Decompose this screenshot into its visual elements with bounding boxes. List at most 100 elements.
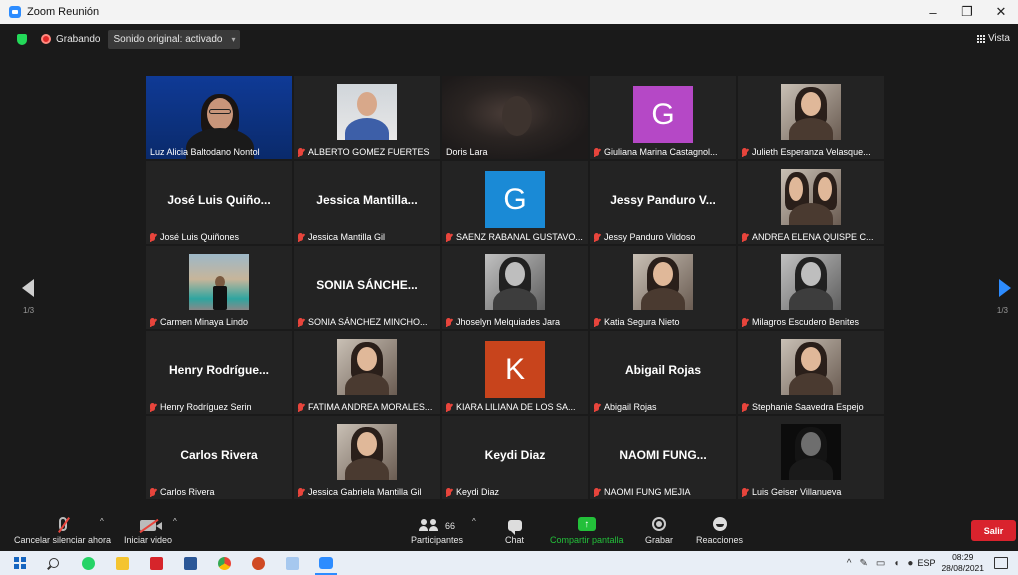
taskbar-zoom[interactable]	[309, 551, 343, 575]
participant-name: Henry Rodríguez Serin	[160, 402, 252, 412]
participant-tile[interactable]: NAOMI FUNG... NAOMI FUNG MEJIA	[590, 416, 736, 499]
participant-tile[interactable]: G SAENZ RABANAL GUSTAVO...	[442, 161, 588, 244]
muted-mic-icon	[742, 233, 747, 241]
participant-name: Luz Alicia Baltodano Nontol	[150, 147, 260, 157]
reactions-label: Reacciones	[696, 535, 744, 545]
muted-mic-icon	[446, 488, 451, 496]
avatar	[189, 254, 249, 310]
original-sound-button[interactable]: Sonido original: activado ▾	[108, 29, 241, 49]
participant-name: Julieth Esperanza Velasque...	[752, 147, 871, 157]
participant-tile[interactable]: Luz Alicia Baltodano Nontol	[146, 76, 292, 159]
taskbar-acrobat[interactable]	[139, 551, 173, 575]
view-label: Vista	[987, 33, 1010, 44]
participant-name-label: Jessica Mantilla Gil	[298, 232, 438, 242]
participant-name: Carmen Minaya Lindo	[160, 317, 249, 327]
participants-options-caret[interactable]: ^	[472, 517, 476, 526]
muted-mic-icon	[298, 233, 303, 241]
participant-tile[interactable]: K KIARA LILIANA DE LOS SA...	[442, 331, 588, 414]
window-controls: – ❐ ✕	[916, 0, 1018, 24]
start-button[interactable]	[3, 551, 37, 575]
participant-name: José Luis Quiñones	[160, 232, 240, 242]
muted-mic-icon	[298, 488, 303, 496]
participant-name: KIARA LILIANA DE LOS SA...	[456, 402, 576, 412]
participant-tile[interactable]: Stephanie Saavedra Espejo	[738, 331, 884, 414]
reactions-button[interactable]: Reacciones	[696, 509, 743, 545]
participant-tile[interactable]: ALBERTO GOMEZ FUERTES	[294, 76, 440, 159]
pdf-icon	[149, 556, 163, 570]
record-button[interactable]: Grabar	[645, 509, 673, 545]
participant-tile[interactable]: José Luis Quiño... José Luis Quiñones	[146, 161, 292, 244]
participant-tile[interactable]: Carlos Rivera Carlos Rivera	[146, 416, 292, 499]
participant-tile[interactable]: Doris Lara	[442, 76, 588, 159]
taskbar-powerpoint[interactable]	[241, 551, 275, 575]
participant-tile[interactable]: Jessica Gabriela Mantilla Gil	[294, 416, 440, 499]
participant-tile[interactable]: Katia Segura Nieto	[590, 246, 736, 329]
taskbar-notepad[interactable]	[275, 551, 309, 575]
muted-mic-icon	[446, 233, 451, 241]
participants-button[interactable]: 66 Participantes	[411, 509, 463, 545]
participant-tile[interactable]: Milagros Escudero Benites	[738, 246, 884, 329]
avatar	[781, 84, 841, 140]
view-button[interactable]: Vista	[976, 33, 1010, 44]
zoom-icon	[319, 557, 333, 569]
participant-tile[interactable]: Jessica Mantilla... Jessica Mantilla Gil	[294, 161, 440, 244]
participant-tile[interactable]: Carmen Minaya Lindo	[146, 246, 292, 329]
participant-tile[interactable]: Luis Geiser Villanueva	[738, 416, 884, 499]
taskbar-word[interactable]	[173, 551, 207, 575]
muted-mic-icon	[742, 318, 747, 326]
pen-icon[interactable]: ✎	[860, 558, 868, 569]
start-video-button[interactable]: Iniciar video	[124, 509, 172, 545]
chevron-down-icon[interactable]: ▾	[231, 35, 235, 44]
muted-mic-icon	[594, 148, 599, 156]
input-language[interactable]: ESP	[917, 558, 935, 568]
participant-tile[interactable]: Abigail Rojas Abigail Rojas	[590, 331, 736, 414]
participant-name-label: Jessy Panduro Vildoso	[594, 232, 734, 242]
restore-button[interactable]: ❐	[950, 0, 984, 24]
battery-icon[interactable]: ▭	[876, 558, 885, 569]
taskbar-file-explorer[interactable]	[105, 551, 139, 575]
avatar	[781, 254, 841, 310]
close-button[interactable]: ✕	[984, 0, 1018, 24]
shield-icon[interactable]	[17, 33, 27, 45]
participant-name-label: Henry Rodríguez Serin	[150, 402, 290, 412]
participant-name: Luis Geiser Villanueva	[752, 487, 842, 497]
recording-icon	[41, 34, 51, 44]
participants-icon	[419, 519, 439, 531]
share-screen-button[interactable]: ↑ Compartir pantalla	[550, 509, 624, 545]
tray-overflow-caret[interactable]: ^	[847, 558, 852, 569]
taskbar-search-button[interactable]	[37, 551, 71, 575]
audio-options-caret[interactable]: ^	[100, 517, 104, 526]
taskbar-chrome[interactable]	[207, 551, 241, 575]
participant-tile[interactable]: ANDREA ELENA QUISPE C...	[738, 161, 884, 244]
muted-mic-icon	[594, 403, 599, 411]
speaker-icon[interactable]: ◖	[893, 558, 899, 569]
muted-mic-icon	[58, 517, 67, 531]
taskbar-whatsapp[interactable]	[71, 551, 105, 575]
next-page-arrow[interactable]	[999, 279, 1011, 297]
participant-display-name: Jessica Mantilla...	[316, 193, 418, 207]
video-options-caret[interactable]: ^	[173, 517, 177, 526]
participant-tile[interactable]: Henry Rodrígue... Henry Rodríguez Serin	[146, 331, 292, 414]
original-sound-label: Sonido original: activado	[113, 33, 223, 45]
participant-tile[interactable]: Keydi Diaz Keydi Diaz	[442, 416, 588, 499]
avatar	[337, 424, 397, 480]
minimize-button[interactable]: –	[916, 0, 950, 24]
participant-name-label: Keydi Diaz	[446, 487, 586, 497]
previous-page-arrow[interactable]	[22, 279, 34, 297]
participant-tile[interactable]: Jessy Panduro V... Jessy Panduro Vildoso	[590, 161, 736, 244]
participant-tile[interactable]: FATIMA ANDREA MORALES...	[294, 331, 440, 414]
chat-button[interactable]: Chat	[505, 509, 524, 545]
clock[interactable]: 08:29 28/08/2021	[941, 552, 984, 574]
participant-tile[interactable]: G Giuliana Marina Castagnol...	[590, 76, 736, 159]
leave-meeting-button[interactable]: Salir	[971, 520, 1016, 541]
participant-tile[interactable]: Julieth Esperanza Velasque...	[738, 76, 884, 159]
participant-name: FATIMA ANDREA MORALES...	[308, 402, 433, 412]
participant-tile[interactable]: SONIA SÁNCHE... SONIA SÁNCHEZ MINCHO...	[294, 246, 440, 329]
microphone-icon[interactable]: ●	[907, 558, 913, 569]
avatar-letter: G	[633, 86, 693, 143]
notifications-icon[interactable]	[994, 557, 1008, 569]
participant-tile[interactable]: Jhoselyn Melquiades Jara	[442, 246, 588, 329]
participant-name: Keydi Diaz	[456, 487, 500, 497]
muted-mic-icon	[446, 318, 451, 326]
unmute-button[interactable]: Cancelar silenciar ahora	[14, 509, 111, 545]
